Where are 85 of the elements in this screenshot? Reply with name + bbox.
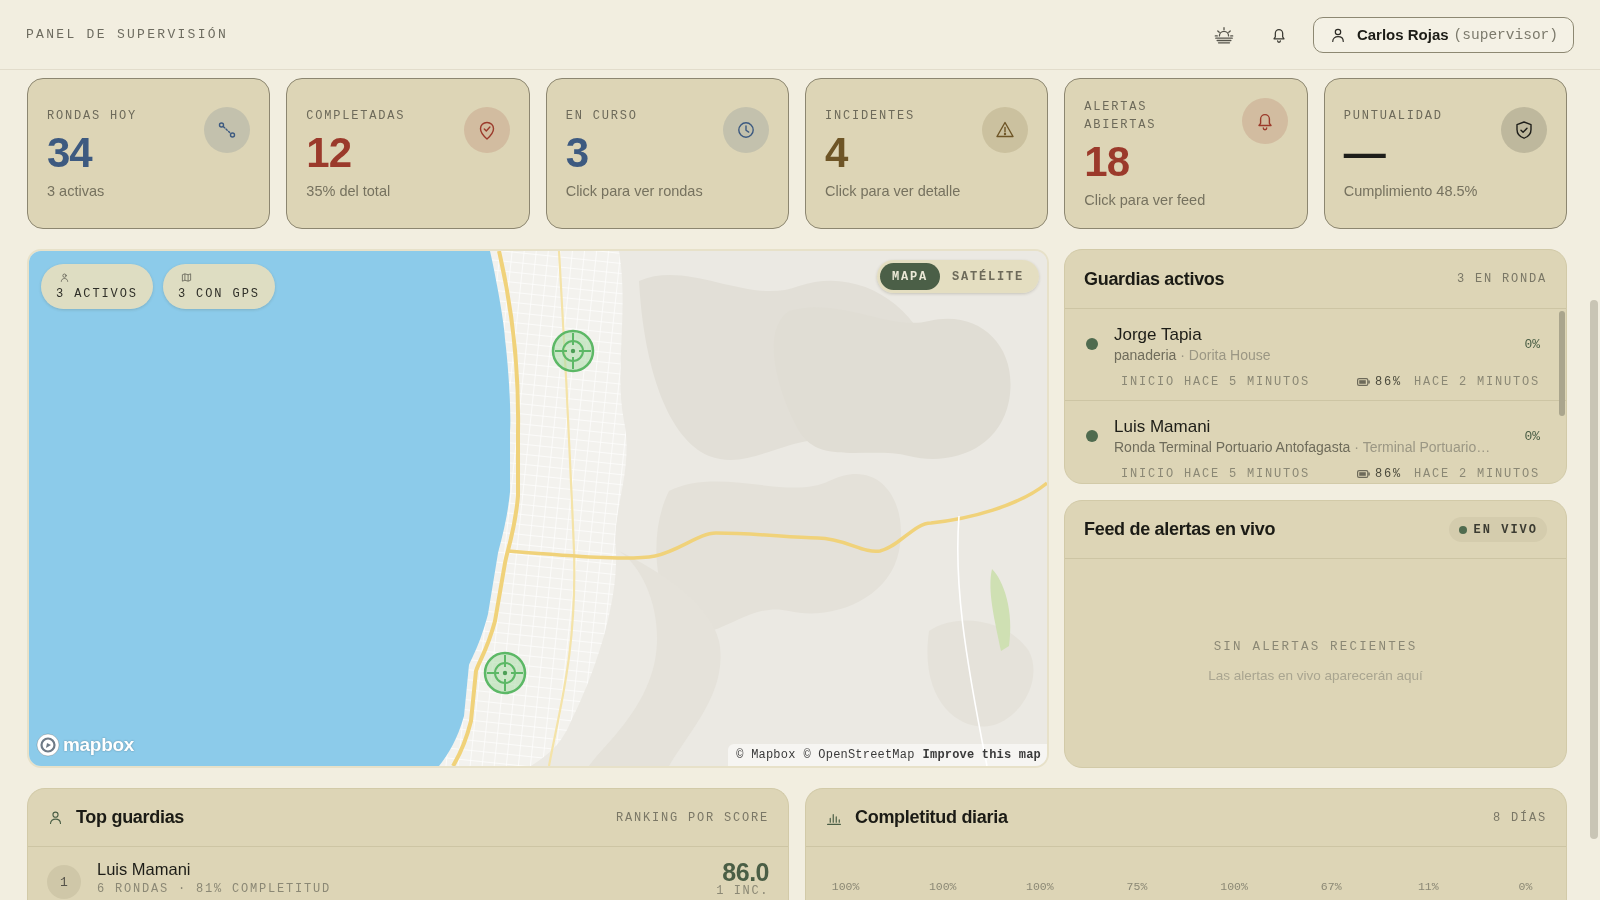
percent-label: 100% (1220, 880, 1248, 894)
percent-label: 100% (928, 880, 957, 894)
guard-name: Luis Mamani (97, 859, 192, 880)
map-icon (180, 272, 192, 283)
stat-value: 4 (825, 131, 849, 175)
stat-value: 12 (306, 131, 353, 175)
percent-label: 11% (1417, 880, 1439, 894)
panel-subtitle: RANKING POR SCORE (615, 810, 769, 825)
stat-value: 18 (1084, 140, 1131, 184)
start-time: INICIO HACE 5 MINUTOS (1121, 374, 1311, 390)
stat-card[interactable]: EN CURSO 3 Click para ver rondas (545, 78, 789, 229)
chip-label: 3 CON GPS (177, 286, 260, 302)
guard-stats: 6 RONDAS · 81% COMPLETITUD (97, 882, 333, 896)
percent-label: 75% (1126, 880, 1148, 894)
progress-percent: 0% (1524, 336, 1540, 352)
stat-value: 34 (47, 131, 94, 175)
panel-title: Guardias activos (1084, 268, 1225, 290)
last-seen: HACE 2 MINUTOS (1413, 374, 1540, 390)
stat-note: Click para ver rondas (565, 183, 704, 200)
panel-title: Feed de alertas en vivo (1084, 519, 1276, 540)
shield-check-icon (1501, 107, 1547, 153)
attribution-link[interactable]: © OpenStreetMap (803, 747, 915, 763)
crosshair-marker-icon[interactable] (551, 329, 595, 373)
battery-icon (1356, 470, 1370, 478)
person-icon (59, 272, 70, 283)
guard-assignment: Ronda Terminal Portuario Antofagasta · Terminal Portuario… (1114, 438, 1492, 456)
stat-note: 35% del total (306, 183, 392, 200)
score-value: 86.0 (722, 859, 769, 885)
stat-label: EN CURSO (565, 108, 639, 125)
route-icon (204, 107, 251, 153)
person-icon (47, 809, 64, 826)
chip-label: 3 ACTIVOS (56, 286, 138, 302)
badge-label: EN VIVO (1473, 522, 1538, 537)
start-time: INICIO HACE 5 MINUTOS (1121, 466, 1311, 482)
stat-note: Click para ver feed (1084, 192, 1207, 209)
user-menu-button[interactable]: Carlos Rojas (supervisor) (1312, 16, 1574, 53)
stat-note: Click para ver detalle (825, 183, 962, 200)
stat-label: RONDAS HOY (47, 108, 138, 125)
guard-name: Jorge Tapia (1114, 324, 1203, 346)
guard-assignment: panaderia · Dorita House (1114, 346, 1272, 364)
scrollbar[interactable] (1590, 300, 1598, 839)
stat-label: PUNTUALIDAD (1343, 108, 1444, 125)
bell-icon (1241, 98, 1288, 144)
percent-label: 0% (1518, 880, 1533, 894)
stat-note: Cumplimiento 48.5% (1343, 183, 1479, 200)
stat-card[interactable]: ALERTAS ABIERTAS 18 Click para ver feed (1064, 78, 1308, 229)
map-style-tab[interactable]: MAPA (879, 263, 940, 290)
stat-value: 3 (565, 131, 589, 175)
panel-title: Completitud diaria (855, 807, 1009, 828)
battery-level: 86% (1374, 374, 1402, 390)
last-seen: HACE 2 MINUTOS (1413, 466, 1540, 482)
progress-percent: 0% (1524, 428, 1540, 444)
scrollbar[interactable] (1559, 311, 1565, 416)
guard-name: Luis Mamani (1114, 416, 1212, 438)
pin-check-icon (463, 107, 510, 153)
battery-icon (1356, 378, 1370, 386)
battery-level: 86% (1374, 466, 1402, 482)
status-dot-icon (1458, 525, 1467, 534)
attribution-link[interactable]: Improve this map (922, 747, 1041, 763)
stat-card[interactable]: COMPLETADAS 12 35% del total (286, 78, 530, 229)
panel-subtitle: 8 DÍAS (1493, 810, 1547, 825)
page-title: PANEL DE SUPERVISIÓN (26, 27, 230, 42)
rank-number: 1 (47, 865, 81, 899)
clock-icon (723, 107, 769, 153)
logo-text: mapbox (63, 734, 135, 756)
panel-title: Top guardias (76, 807, 186, 828)
stat-card[interactable]: RONDAS HOY 34 3 activas (27, 78, 271, 229)
percent-label: 100% (1026, 880, 1054, 894)
warning-icon (982, 107, 1029, 153)
attribution-link[interactable]: © Mapbox (736, 747, 796, 763)
stat-card[interactable]: PUNTUALIDAD — Cumplimiento 48.5% (1323, 78, 1567, 229)
stat-note: 3 activas (47, 183, 106, 200)
stat-label: ALERTAS ABIERTAS (1084, 99, 1158, 134)
logo-icon (36, 733, 60, 757)
percent-label: 100% (831, 880, 860, 894)
crosshair-marker-icon[interactable] (483, 651, 527, 695)
stat-label: INCIDENTES (825, 108, 916, 125)
empty-title: SIN ALERTAS RECIENTES (1213, 639, 1418, 654)
stat-value: — (1343, 131, 1387, 175)
map-style-tab[interactable]: SATÉLITE (940, 263, 1036, 290)
incident-count: 1 INC. (716, 885, 769, 897)
stat-card[interactable]: INCIDENTES 4 Click para ver detalle (805, 78, 1049, 229)
percent-label: 67% (1320, 880, 1342, 894)
stat-label: COMPLETADAS (306, 108, 407, 125)
panel-count: 3 EN RONDA (1457, 272, 1547, 286)
